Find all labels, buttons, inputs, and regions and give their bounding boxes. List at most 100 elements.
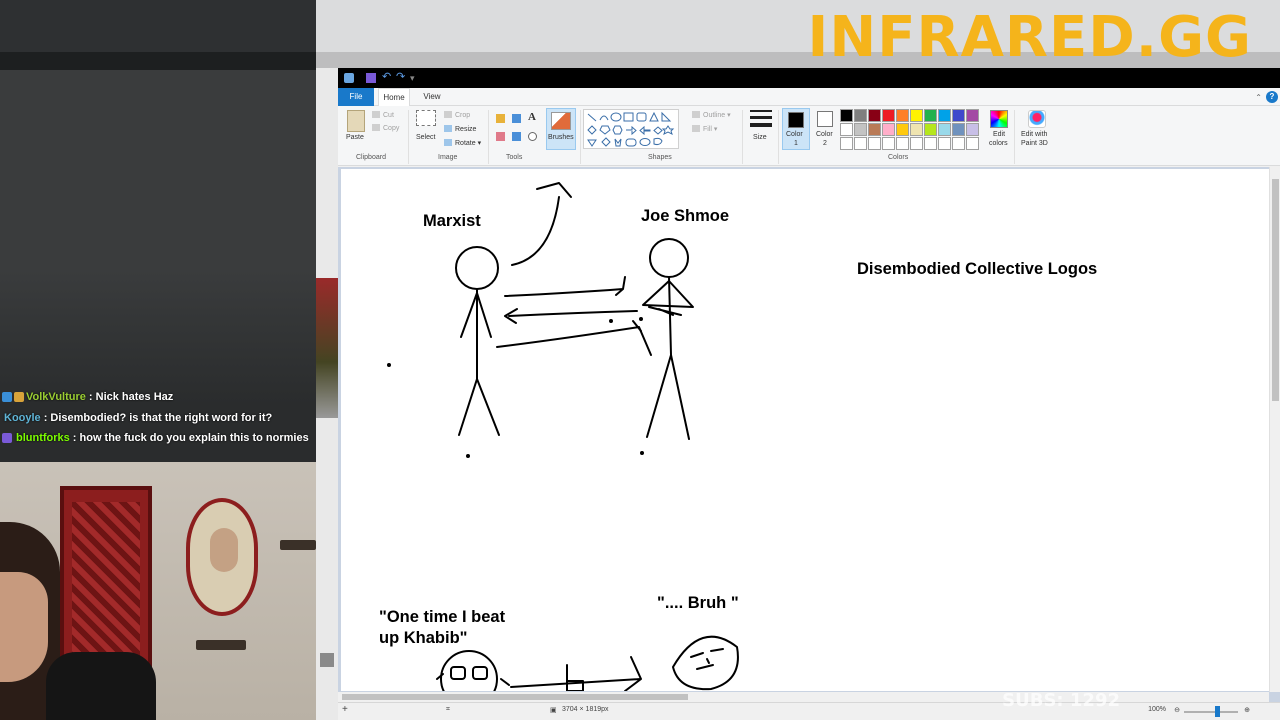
palette-swatch[interactable] <box>896 137 909 150</box>
palette-swatch[interactable] <box>840 123 853 136</box>
palette-swatch[interactable] <box>896 123 909 136</box>
edit-colors-label[interactable]: Edit <box>993 131 1005 138</box>
eraser-icon[interactable] <box>496 132 505 141</box>
stray-dot <box>639 317 643 321</box>
palette-swatch[interactable] <box>924 123 937 136</box>
text-tool-icon[interactable]: A <box>528 111 536 123</box>
cut-button[interactable]: Cut <box>372 111 394 119</box>
size-button[interactable]: Size <box>753 134 767 141</box>
ribbon-separator <box>408 110 409 164</box>
palette-swatch[interactable] <box>882 123 895 136</box>
palette-swatch[interactable] <box>854 109 867 122</box>
stream-frame: VolkVulture : Nick hates Haz Kooyle : Di… <box>0 0 1280 720</box>
palette-swatch[interactable] <box>924 137 937 150</box>
horizontal-scroll-thumb[interactable] <box>342 694 688 700</box>
size-icon[interactable] <box>750 110 772 130</box>
desktop-glitch <box>316 278 338 418</box>
palette-swatch[interactable] <box>910 137 923 150</box>
tab-file[interactable]: File <box>338 88 374 106</box>
outline-button[interactable]: Outline ▾ <box>692 111 731 119</box>
vertical-scroll-thumb[interactable] <box>1272 179 1279 401</box>
chat-list: VolkVulture : Nick hates Haz Kooyle : Di… <box>0 387 316 449</box>
pencil-icon[interactable] <box>496 114 505 123</box>
brushes-button[interactable]: Brushes <box>546 108 576 150</box>
palette-swatch[interactable] <box>938 137 951 150</box>
subscriber-count-overlay: SUBS: 1292 <box>1002 690 1120 711</box>
palette-swatch[interactable] <box>938 109 951 122</box>
palette-swatch[interactable] <box>868 123 881 136</box>
palette-swatch[interactable] <box>966 109 979 122</box>
group-label-image: Image <box>438 154 458 161</box>
copy-button[interactable]: Copy <box>372 124 399 132</box>
palette-swatch[interactable] <box>938 123 951 136</box>
help-icon[interactable]: ? <box>1266 91 1278 103</box>
palette-swatch[interactable] <box>896 109 909 122</box>
color-2-swatch[interactable] <box>817 111 833 127</box>
palette-swatch[interactable] <box>952 137 965 150</box>
select-icon[interactable] <box>416 110 436 126</box>
drawing-canvas[interactable]: Marxist Joe Shmoe Disembodied Collective… <box>341 169 1269 691</box>
tab-home[interactable]: Home <box>378 88 410 106</box>
select-button[interactable]: Select <box>416 134 435 141</box>
joe-body <box>642 276 694 440</box>
tab-view[interactable]: View <box>418 88 446 106</box>
fill-bucket-icon[interactable] <box>512 114 521 123</box>
palette-swatch[interactable] <box>924 109 937 122</box>
edit-colors-icon[interactable] <box>990 110 1008 128</box>
resize-button[interactable]: Resize <box>444 125 476 133</box>
paint-3d-label-2[interactable]: Paint 3D <box>1021 140 1048 147</box>
vertical-scrollbar[interactable] <box>1269 167 1280 692</box>
paint-app-icon[interactable] <box>344 73 354 83</box>
marxist-head <box>455 246 499 290</box>
horizontal-scrollbar[interactable] <box>338 692 1269 702</box>
palette-swatch[interactable] <box>840 137 853 150</box>
palette-swatch[interactable] <box>882 109 895 122</box>
save-icon[interactable] <box>366 73 376 83</box>
magnifier-icon[interactable] <box>528 132 537 141</box>
color-picker-icon[interactable] <box>512 132 521 141</box>
drawn-box <box>566 664 584 691</box>
palette-swatch[interactable] <box>910 109 923 122</box>
palette-swatch[interactable] <box>952 109 965 122</box>
color-2-label[interactable]: Color <box>816 131 833 138</box>
palette-swatch[interactable] <box>854 123 867 136</box>
chat-text: : Nick hates Haz <box>88 391 174 404</box>
fill-button[interactable]: Fill ▾ <box>692 125 717 133</box>
joe-head <box>649 238 689 278</box>
palette-swatch[interactable] <box>854 137 867 150</box>
customize-toolbar-icon[interactable]: ▾ <box>410 73 420 83</box>
palette-swatch[interactable] <box>966 123 979 136</box>
zoom-out-icon[interactable]: ⊖ <box>1174 706 1180 714</box>
framed-portrait <box>186 498 258 616</box>
redo-icon[interactable]: ↷ <box>396 72 406 83</box>
palette-swatch[interactable] <box>882 137 895 150</box>
undo-icon[interactable]: ↶ <box>382 72 392 83</box>
palette-swatch[interactable] <box>952 123 965 136</box>
color-1-button[interactable]: Color 1 <box>782 108 810 150</box>
stray-dot <box>609 319 613 323</box>
palette-swatch[interactable] <box>966 137 979 150</box>
crop-button[interactable]: Crop <box>444 111 470 119</box>
shapes-gallery[interactable] <box>583 109 679 149</box>
edit-colors-label-2[interactable]: colors <box>989 140 1008 147</box>
palette-swatch[interactable] <box>868 137 881 150</box>
zoom-slider-thumb[interactable] <box>1215 706 1220 717</box>
paint-3d-label[interactable]: Edit with <box>1021 131 1047 138</box>
label-quote-line-1: "One time I beat <box>379 608 506 626</box>
minimize-ribbon-icon[interactable]: ⌃ <box>1255 93 1262 102</box>
rotate-button[interactable]: Rotate ▾ <box>444 139 481 147</box>
subscriber-badge-icon <box>2 392 12 403</box>
color-2-number[interactable]: 2 <box>823 140 827 147</box>
palette-swatch[interactable] <box>910 123 923 136</box>
palette-swatch[interactable] <box>868 109 881 122</box>
paste-icon[interactable] <box>347 110 365 132</box>
palette-swatch[interactable] <box>840 109 853 122</box>
paste-button[interactable]: Paste <box>346 134 364 141</box>
zoom-in-icon[interactable]: ⊕ <box>1244 706 1250 714</box>
paint-3d-icon[interactable] <box>1028 110 1046 128</box>
rotate-label: Rotate <box>455 140 476 147</box>
left-dark-band <box>0 52 316 70</box>
desktop-edge-handle <box>320 653 334 667</box>
zoom-slider[interactable] <box>1184 711 1238 713</box>
color-1-swatch <box>788 112 804 128</box>
